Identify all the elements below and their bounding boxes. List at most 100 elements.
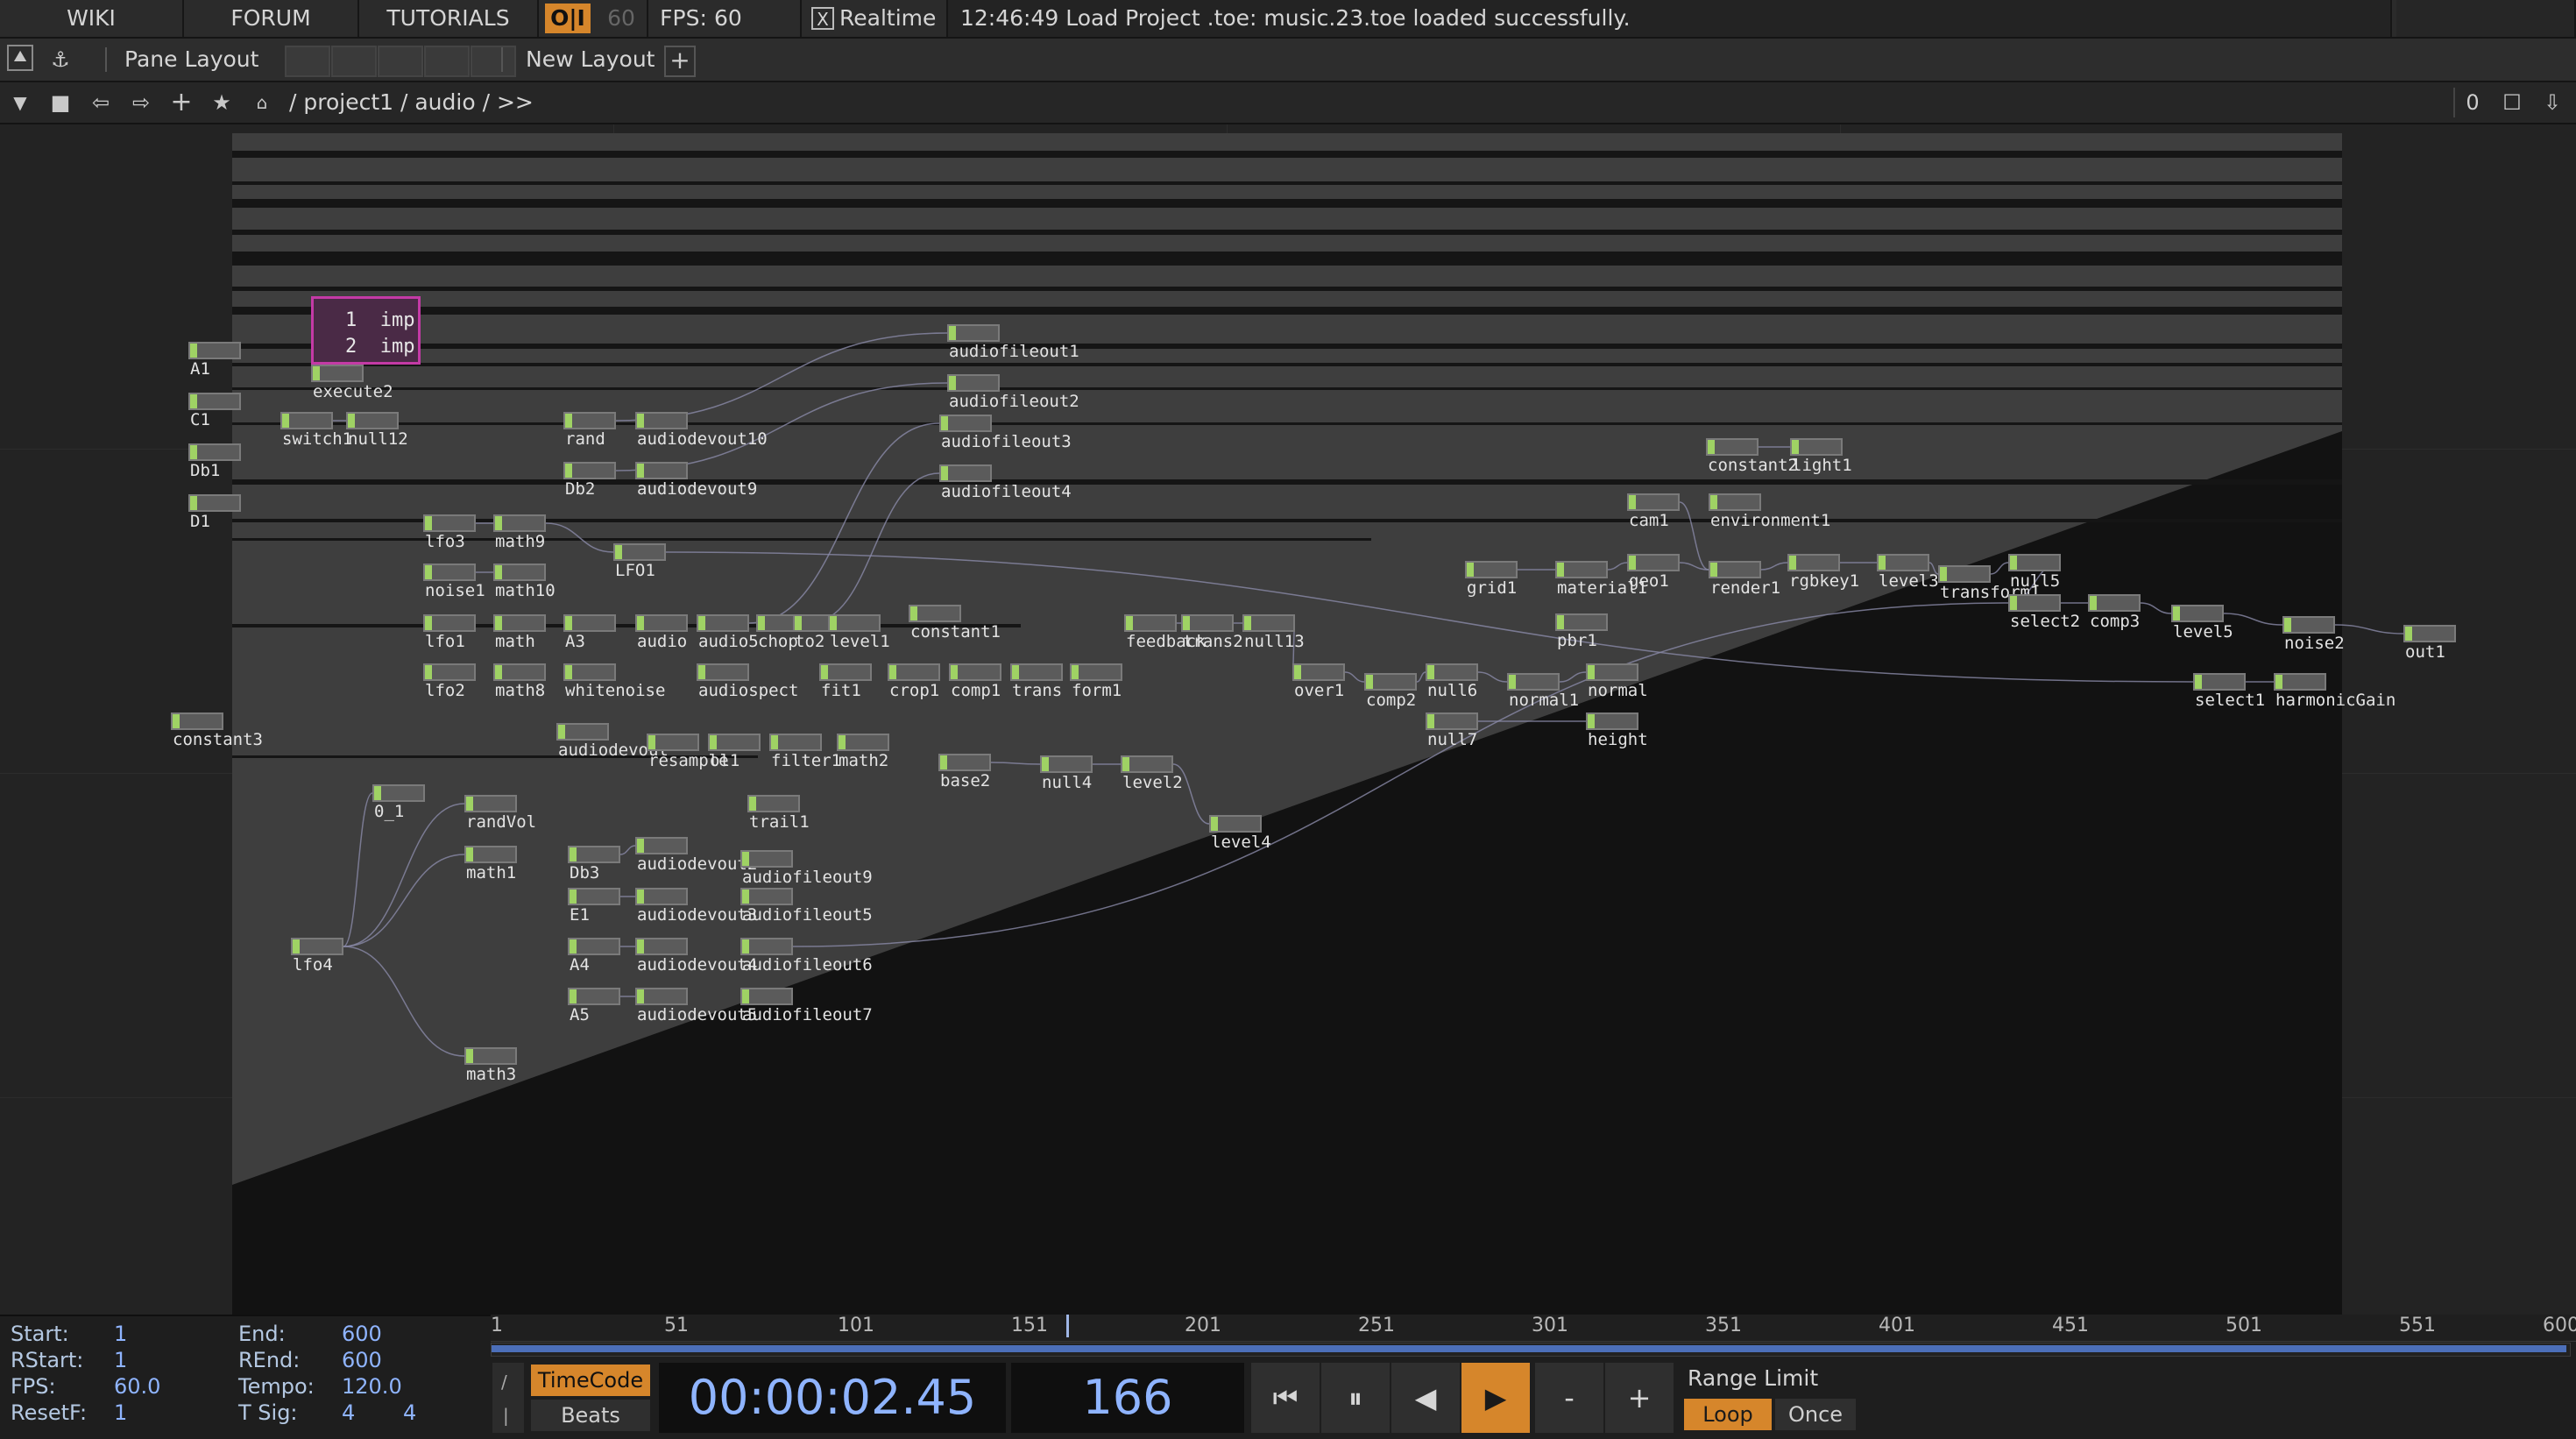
node-C1[interactable]	[188, 393, 241, 410]
node-comp3[interactable]	[2088, 594, 2141, 612]
node-audiofileout3[interactable]	[939, 415, 992, 432]
tsig-b-value[interactable]: 4	[403, 1400, 416, 1425]
menu-down-icon[interactable]: ▼	[5, 88, 35, 117]
node-transform1[interactable]	[1938, 565, 1991, 583]
node-comp1[interactable]	[949, 663, 1001, 681]
decrement-button[interactable]: -	[1535, 1363, 1603, 1433]
time-display[interactable]: 00:00:02.45	[659, 1363, 1006, 1433]
node-harmonicGain[interactable]	[2274, 673, 2326, 691]
node-lfo3[interactable]	[423, 514, 476, 532]
step-back-icon[interactable]: ◀	[1391, 1363, 1460, 1433]
node-level4[interactable]	[1209, 815, 1262, 833]
node-execute2[interactable]	[311, 365, 364, 382]
tempo-value[interactable]: 120.0	[342, 1374, 402, 1399]
realtime-checkbox[interactable]: X	[811, 7, 834, 30]
node-math[interactable]	[493, 614, 546, 632]
node-math10[interactable]	[493, 564, 546, 581]
tutorials-button[interactable]: TUTORIALS	[359, 0, 539, 37]
node-randVol[interactable]	[464, 795, 517, 812]
play-icon[interactable]: ▶	[1461, 1363, 1530, 1433]
rend-value[interactable]: 600	[342, 1348, 382, 1372]
stop-icon[interactable]: ■	[46, 88, 75, 117]
node-audio5[interactable]	[697, 614, 749, 632]
node-math1[interactable]	[464, 846, 517, 863]
node-noise2[interactable]	[2282, 616, 2335, 634]
node-lfo4[interactable]	[291, 938, 343, 955]
node-null4[interactable]	[1040, 755, 1093, 773]
node-pbr1[interactable]	[1555, 613, 1608, 631]
node-whitenoise[interactable]	[563, 663, 616, 681]
node-math9[interactable]	[493, 514, 546, 532]
node-grid1[interactable]	[1465, 561, 1518, 578]
node-noise1[interactable]	[423, 564, 476, 581]
node-level2[interactable]	[1121, 755, 1173, 773]
tsig-a-value[interactable]: 4	[342, 1400, 355, 1425]
node-audiodevout9[interactable]	[635, 462, 688, 479]
wiki-button[interactable]: WIKI	[0, 0, 184, 37]
node-light1[interactable]	[1790, 438, 1843, 456]
node-material1[interactable]	[1555, 561, 1608, 578]
timeline-playhead[interactable]	[1066, 1315, 1069, 1337]
node-audiofileout5[interactable]	[740, 888, 793, 905]
node-audiofileout4[interactable]	[939, 464, 992, 482]
node-Db2[interactable]	[563, 462, 616, 479]
node-resample[interactable]	[647, 734, 699, 751]
timecode-button[interactable]: TimeCode	[531, 1365, 650, 1396]
node-A3[interactable]	[563, 614, 616, 632]
end-value[interactable]: 600	[342, 1322, 382, 1346]
layout-split-horizontal-button[interactable]	[378, 46, 423, 77]
forum-button[interactable]: FORUM	[184, 0, 359, 37]
node-audiodevout5[interactable]	[635, 988, 688, 1005]
node-trail1[interactable]	[747, 795, 800, 812]
resetf-value[interactable]: 1	[114, 1400, 127, 1425]
once-button[interactable]: Once	[1775, 1399, 1856, 1430]
node-audiodevout10[interactable]	[635, 412, 688, 429]
node-audiofileout9[interactable]	[740, 850, 793, 868]
node-render1[interactable]	[1709, 561, 1761, 578]
node-audiodevout2[interactable]	[635, 837, 688, 854]
node-over1[interactable]	[1292, 663, 1345, 681]
node-audiofileout2[interactable]	[947, 374, 1000, 392]
node-lfo1[interactable]	[423, 614, 476, 632]
node-0_1[interactable]	[372, 784, 425, 802]
node-D1[interactable]	[188, 494, 241, 512]
node-Db1[interactable]	[188, 443, 241, 461]
node-A5[interactable]	[568, 988, 620, 1005]
rewind-icon[interactable]: ⏮	[1251, 1363, 1320, 1433]
frame-display[interactable]: 166	[1011, 1363, 1244, 1433]
layout-three-button[interactable]	[424, 46, 470, 77]
node-LFO1[interactable]	[613, 543, 666, 561]
oi-toggle-button[interactable]: O|I	[545, 4, 591, 33]
new-layout-button[interactable]: New Layout	[526, 39, 655, 81]
node-feedback[interactable]	[1124, 614, 1177, 632]
node-constant2[interactable]	[1706, 438, 1759, 456]
download-icon[interactable]: ⇩	[2537, 88, 2567, 117]
node-math2[interactable]	[837, 734, 889, 751]
node-ol1[interactable]	[708, 734, 761, 751]
layout-single-button[interactable]	[285, 46, 330, 77]
node-audiodevout4[interactable]	[635, 938, 688, 955]
node-null5[interactable]	[2008, 554, 2061, 571]
node-environment1[interactable]	[1709, 493, 1761, 511]
node-E1[interactable]	[568, 888, 620, 905]
pause-icon[interactable]: ⏸	[1321, 1363, 1390, 1433]
timeline-range-bar[interactable]	[491, 1343, 2571, 1357]
bookmark-star-icon[interactable]: ★	[207, 88, 237, 117]
node-form1[interactable]	[1070, 663, 1122, 681]
pane-mountain-icon[interactable]: ⛰	[7, 45, 33, 71]
beats-button[interactable]: Beats	[531, 1400, 650, 1431]
node-rand[interactable]	[563, 412, 616, 429]
add-layout-button[interactable]: +	[664, 46, 696, 77]
start-value[interactable]: 1	[114, 1322, 127, 1346]
timeline-ruler[interactable]: 1 51 101 151 201 251 301 351 401 451 501 551 600	[491, 1315, 2576, 1342]
node-fit1[interactable]	[819, 663, 872, 681]
node-audiofileout1[interactable]	[947, 324, 1000, 342]
add-node-icon[interactable]: +	[166, 88, 196, 117]
node-select1[interactable]	[2193, 673, 2246, 691]
node-null7[interactable]	[1426, 712, 1478, 730]
node-level3[interactable]	[1877, 554, 1929, 571]
node-level5[interactable]	[2171, 605, 2224, 622]
node-height[interactable]	[1586, 712, 1638, 730]
node-filter1[interactable]	[769, 734, 822, 751]
fps-setting-value[interactable]: 60.0	[114, 1374, 160, 1399]
